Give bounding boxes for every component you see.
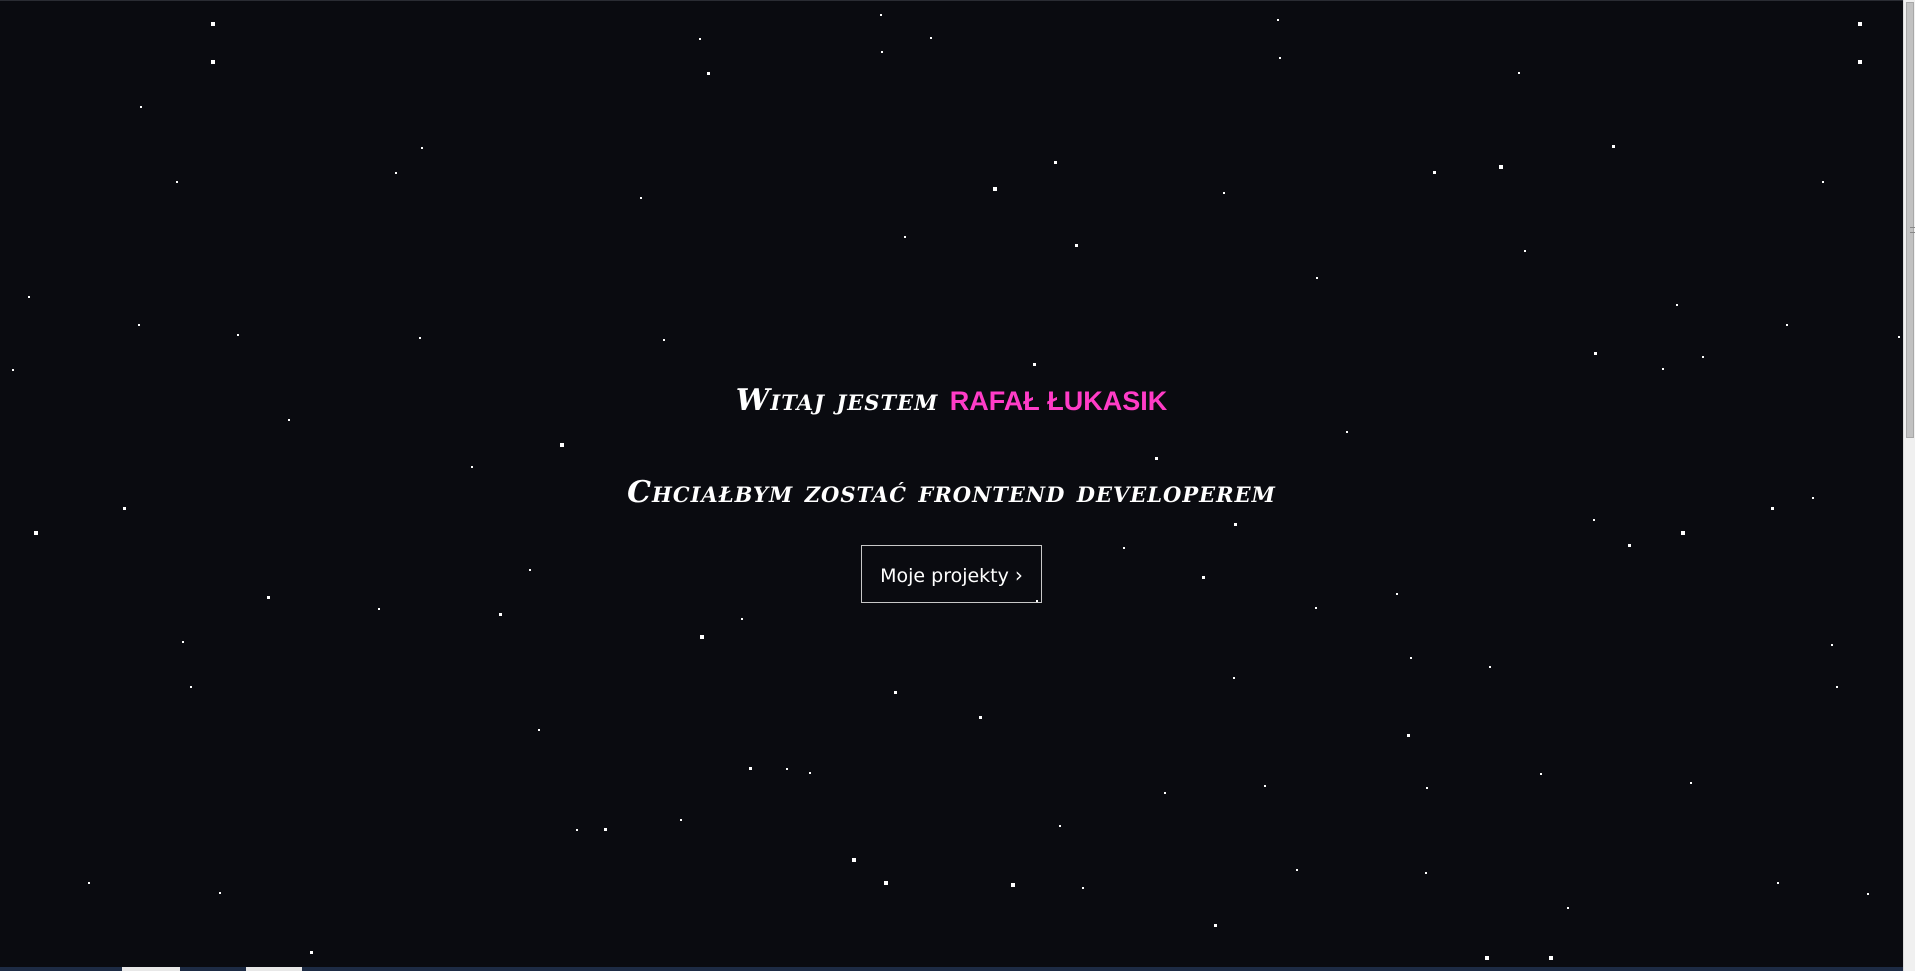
star-dot bbox=[190, 686, 192, 688]
star-dot bbox=[421, 147, 423, 149]
star-dot bbox=[138, 324, 140, 326]
star-dot bbox=[1264, 785, 1266, 787]
star-dot bbox=[1410, 657, 1412, 659]
star-dot bbox=[663, 339, 665, 341]
hero-name: Rafał Łukasik bbox=[949, 386, 1168, 416]
star-dot bbox=[1033, 363, 1036, 366]
star-dot bbox=[741, 618, 743, 620]
star-dot bbox=[640, 197, 642, 199]
star-dot bbox=[378, 608, 380, 610]
star-dot bbox=[1499, 165, 1503, 169]
window-bottom-strip bbox=[0, 967, 1903, 971]
star-dot bbox=[1485, 956, 1489, 960]
star-dot bbox=[1054, 161, 1057, 164]
star-dot bbox=[1676, 304, 1678, 306]
star-dot bbox=[1407, 734, 1410, 737]
star-dot bbox=[219, 892, 221, 894]
star-dot bbox=[12, 369, 14, 371]
star-dot bbox=[1277, 19, 1279, 21]
vertical-scrollbar[interactable] bbox=[1903, 0, 1915, 971]
star-dot bbox=[1612, 145, 1615, 148]
star-dot bbox=[1059, 825, 1061, 827]
star-dot bbox=[1549, 956, 1553, 960]
my-projects-button[interactable]: Moje projekty › bbox=[861, 545, 1042, 603]
star-dot bbox=[88, 882, 90, 884]
star-dot bbox=[699, 38, 701, 40]
star-dot bbox=[1524, 250, 1526, 252]
star-dot bbox=[707, 72, 710, 75]
hero-section: Witaj jestem Rafał Łukasik Chciałbym zos… bbox=[0, 381, 1903, 603]
chevron-right-icon: › bbox=[1014, 563, 1023, 587]
star-dot bbox=[310, 951, 313, 954]
star-dot bbox=[1777, 882, 1779, 884]
star-dot bbox=[140, 106, 142, 108]
star-dot bbox=[1214, 924, 1217, 927]
star-dot bbox=[904, 236, 906, 238]
star-dot bbox=[1836, 686, 1838, 688]
star-dot bbox=[211, 60, 215, 64]
star-dot bbox=[1567, 907, 1569, 909]
star-dot bbox=[1786, 324, 1788, 326]
my-projects-button-label: Moje projekty bbox=[880, 565, 1009, 587]
strip-segment bbox=[122, 967, 180, 971]
scrollbar-thumb[interactable] bbox=[1906, 2, 1915, 438]
star-dot bbox=[1702, 356, 1704, 358]
star-dot bbox=[419, 337, 421, 339]
star-dot bbox=[1316, 277, 1318, 279]
star-dot bbox=[1082, 887, 1084, 889]
star-dot bbox=[237, 334, 239, 336]
strip-segment bbox=[246, 967, 302, 971]
star-dot bbox=[809, 772, 811, 774]
star-dot bbox=[852, 858, 856, 862]
star-dot bbox=[1858, 60, 1862, 64]
star-dot bbox=[1233, 677, 1235, 679]
star-dot bbox=[700, 635, 704, 639]
star-dot bbox=[1662, 368, 1664, 370]
hero-tagline: Chciałbym zostać frontend developerem bbox=[627, 475, 1276, 510]
star-dot bbox=[1858, 22, 1862, 26]
star-dot bbox=[28, 296, 30, 298]
page-viewport: Witaj jestem Rafał Łukasik Chciałbym zos… bbox=[0, 0, 1903, 968]
star-dot bbox=[395, 172, 397, 174]
star-dot bbox=[884, 881, 888, 885]
star-dot bbox=[749, 767, 752, 770]
star-dot bbox=[1164, 792, 1166, 794]
star-dot bbox=[1011, 883, 1015, 887]
scrollbar-grip-icon bbox=[1910, 227, 1915, 233]
star-dot bbox=[680, 819, 682, 821]
star-dot bbox=[1867, 893, 1869, 895]
star-dot bbox=[604, 828, 607, 831]
star-dot bbox=[880, 14, 882, 16]
greeting-prefix: Witaj jestem bbox=[735, 383, 939, 418]
star-dot bbox=[1489, 666, 1491, 668]
star-dot bbox=[182, 641, 184, 643]
hero-greeting: Witaj jestem Rafał Łukasik bbox=[0, 381, 1903, 421]
star-dot bbox=[1594, 352, 1597, 355]
star-dot bbox=[894, 691, 897, 694]
star-dot bbox=[1296, 869, 1298, 871]
star-dot bbox=[930, 37, 932, 39]
star-dot bbox=[1426, 787, 1428, 789]
star-dot bbox=[1223, 192, 1225, 194]
star-dot bbox=[1898, 336, 1900, 338]
star-dot bbox=[176, 181, 178, 183]
star-dot bbox=[993, 187, 997, 191]
star-dot bbox=[538, 729, 540, 731]
star-dot bbox=[576, 829, 578, 831]
star-dot bbox=[1822, 181, 1824, 183]
star-dot bbox=[1315, 607, 1317, 609]
star-dot bbox=[979, 716, 982, 719]
star-dot bbox=[1279, 57, 1281, 59]
star-dot bbox=[1425, 872, 1427, 874]
star-dot bbox=[211, 22, 215, 26]
star-dot bbox=[1540, 773, 1542, 775]
star-dot bbox=[881, 51, 883, 53]
star-dot bbox=[1690, 782, 1692, 784]
star-dot bbox=[1433, 171, 1436, 174]
star-dot bbox=[1518, 72, 1520, 74]
star-dot bbox=[786, 768, 788, 770]
star-dot bbox=[1831, 644, 1833, 646]
star-dot bbox=[1075, 244, 1078, 247]
star-dot bbox=[499, 613, 502, 616]
